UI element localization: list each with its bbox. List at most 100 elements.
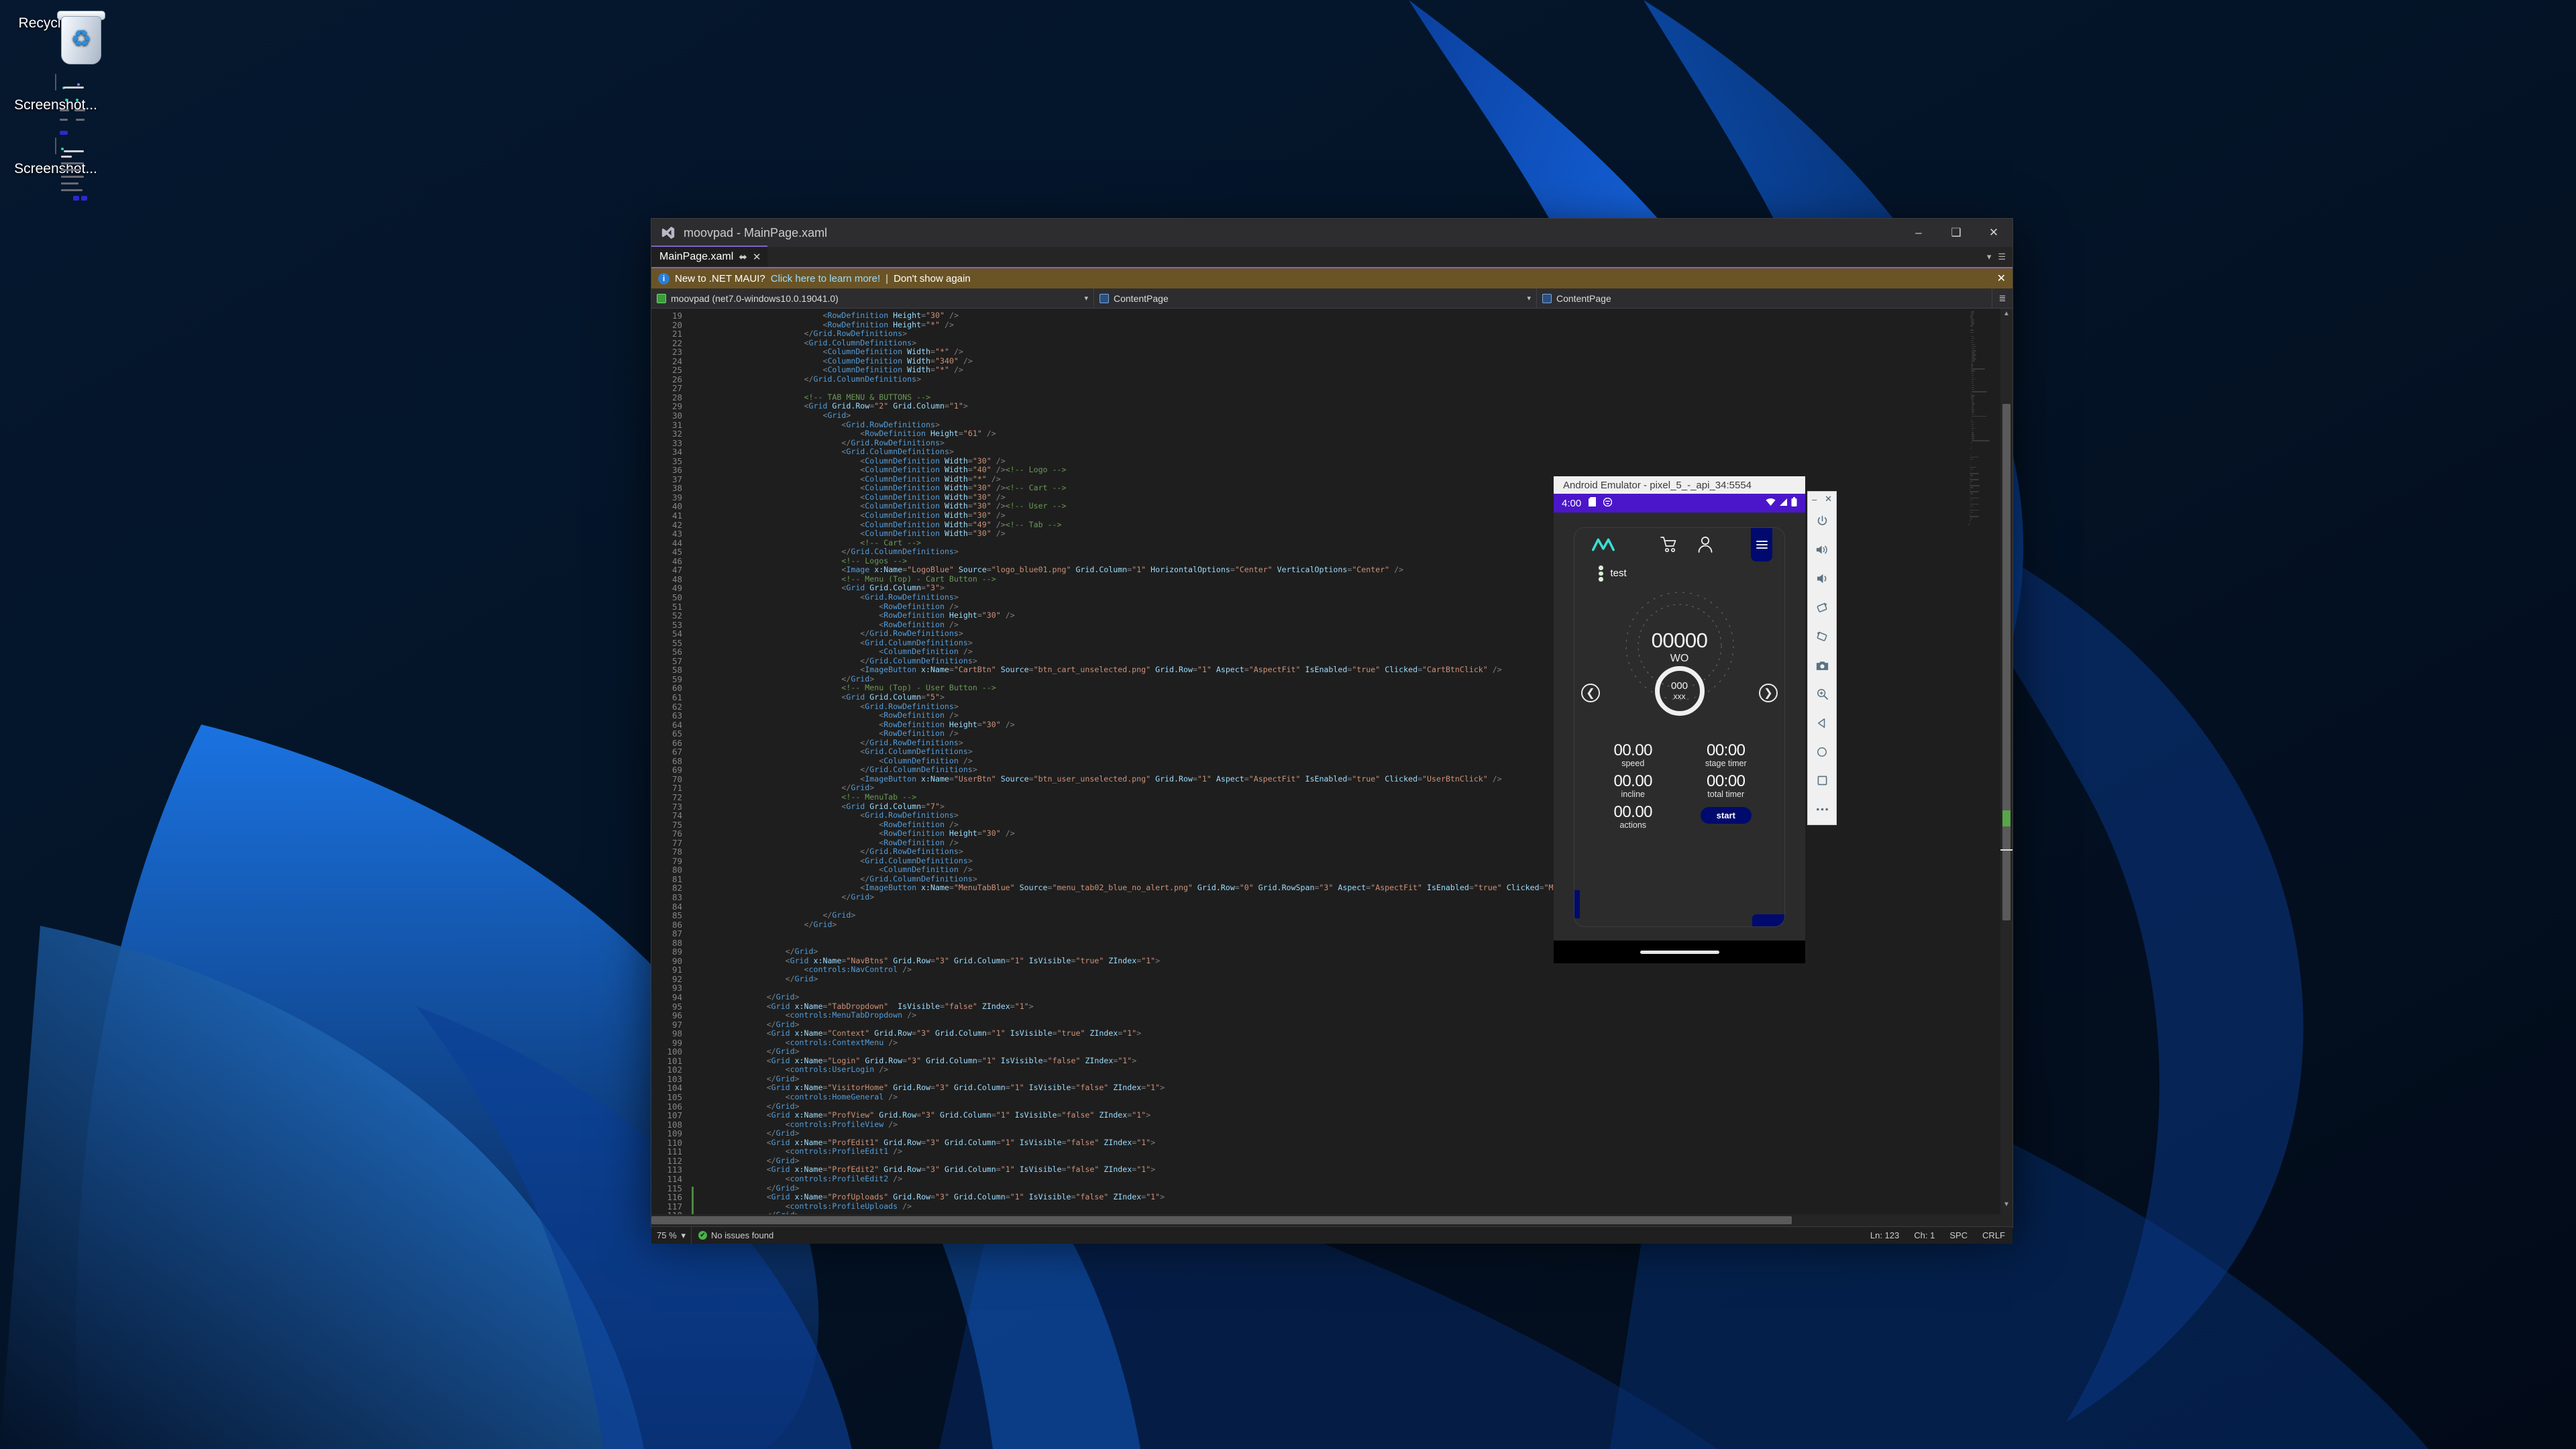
glyph-margin-cell[interactable]	[686, 693, 692, 702]
emulator-close-button[interactable]: ✕	[1825, 494, 1832, 504]
dont-show-again-link[interactable]: Don't show again	[894, 273, 971, 284]
code-line[interactable]: <Grid.ColumnDefinitions>	[692, 338, 2012, 348]
code-line[interactable]: <controls:ProfileEdit1 />	[692, 1147, 2012, 1157]
glyph-margin-cell[interactable]	[686, 439, 692, 448]
glyph-margin-cell[interactable]	[686, 1002, 692, 1012]
learn-more-link[interactable]: Click here to learn more!	[771, 273, 880, 284]
glyph-margin-cell[interactable]	[686, 1075, 692, 1084]
glyph-margin-cell[interactable]	[686, 675, 692, 684]
glyph-margin-cell[interactable]	[686, 611, 692, 621]
glyph-margin-cell[interactable]	[686, 1138, 692, 1148]
horizontal-scroll-thumb[interactable]	[651, 1216, 1792, 1224]
window-caption-buttons[interactable]: – ❑ ✕	[1900, 219, 2012, 247]
code-line[interactable]: <controls:ProfileUploads />	[692, 1201, 2012, 1212]
glyph-margin-cell[interactable]	[686, 1202, 692, 1212]
minimize-button[interactable]: –	[1900, 219, 1937, 247]
maui-notification-bar[interactable]: i New to .NET MAUI? Click here to learn …	[651, 268, 2012, 288]
glyph-margin-cell[interactable]	[686, 1083, 692, 1093]
code-line[interactable]: <ColumnDefinition Width="*" />	[692, 366, 2012, 375]
code-line[interactable]: </Grid.ColumnDefinitions>	[692, 874, 2012, 884]
glyph-margin-cell[interactable]	[686, 1175, 692, 1184]
navbar-project-selector[interactable]: moovpad (net7.0-windows10.0.19041.0) ▾	[651, 288, 1094, 308]
glyph-margin-cell[interactable]	[686, 957, 692, 966]
zoom-level-control[interactable]: 75 % ▾	[651, 1227, 692, 1244]
glyph-margin-cell[interactable]	[686, 920, 692, 930]
code-line[interactable]: <Grid.ColumnDefinitions>	[692, 856, 2012, 866]
glyph-margin-cell[interactable]	[686, 947, 692, 957]
navbar-member-selector[interactable]: ContentPage	[1537, 288, 1992, 308]
code-line[interactable]: </Grid>	[692, 1074, 2012, 1084]
glyph-margin-cell[interactable]	[686, 720, 692, 730]
scroll-down-arrow-icon[interactable]: ▼	[2000, 1201, 2012, 1213]
glyph-margin-cell[interactable]	[686, 566, 692, 575]
glyph-margin-cell[interactable]	[686, 657, 692, 666]
glyph-margin-cell[interactable]	[686, 893, 692, 902]
app-viewport[interactable]: test 00000 WO 000 xxx ❮ ❯ 00.00 speed 00…	[1554, 513, 1805, 941]
code-line[interactable]: <controls:ContextMenu />	[692, 1038, 2012, 1048]
glyph-margin-cell[interactable]	[686, 475, 692, 484]
code-line[interactable]: <Grid x:Name="NavBtns" Grid.Row="3" Grid…	[692, 956, 2012, 966]
glyph-margin-cell[interactable]	[686, 521, 692, 530]
glyph-margin-cell[interactable]	[686, 811, 692, 820]
glyph-margin-cell[interactable]	[686, 502, 692, 511]
emulator-minimize-button[interactable]: –	[1812, 494, 1817, 504]
code-line[interactable]	[692, 983, 2012, 993]
glyph-margin-cell[interactable]	[686, 711, 692, 720]
close-notification-icon[interactable]: ✕	[1997, 272, 2006, 285]
code-line[interactable]: <controls:ProfileEdit2 />	[692, 1174, 2012, 1184]
editor-minimap[interactable]	[1968, 309, 2000, 1214]
glyph-margin-cell[interactable]	[686, 1147, 692, 1157]
user-icon[interactable]	[1697, 536, 1713, 553]
code-line[interactable]: <Grid x:Name="ProfEdit1" Grid.Row="3" Gr…	[692, 1138, 2012, 1148]
emulator-side-toolbar[interactable]: – ✕	[1807, 491, 1837, 825]
glyph-margin-cell[interactable]	[686, 883, 692, 893]
code-line[interactable]: <RowDefinition Height="30" />	[692, 828, 2012, 839]
glyph-margin-cell[interactable]	[686, 765, 692, 775]
emulator-title-bar[interactable]: Android Emulator - pixel_5_-_api_34:5554	[1554, 476, 1805, 494]
code-line[interactable]: </Grid.RowDefinitions>	[692, 329, 2012, 339]
volume-down-icon[interactable]	[1808, 564, 1836, 593]
android-emulator-window[interactable]: Android Emulator - pixel_5_-_api_34:5554…	[1554, 476, 1837, 963]
glyph-margin-cell[interactable]	[686, 1065, 692, 1075]
issues-indicator[interactable]: ✔ No issues found	[692, 1230, 780, 1240]
glyph-margin-cell[interactable]	[686, 1038, 692, 1048]
center-knob[interactable]: 000 xxx	[1654, 666, 1705, 716]
glyph-margin-cell[interactable]	[686, 665, 692, 675]
glyph-margin-cell[interactable]	[686, 1129, 692, 1138]
code-line[interactable]: <controls:MenuTabDropdown />	[692, 1010, 2012, 1020]
code-line[interactable]: </Grid>	[692, 1128, 2012, 1138]
glyph-margin-cell[interactable]	[686, 684, 692, 693]
glyph-margin-cell[interactable]	[686, 357, 692, 366]
glyph-margin-cell[interactable]	[686, 347, 692, 357]
glyph-margin-cell[interactable]	[686, 321, 692, 330]
glyph-margin-cell[interactable]	[686, 366, 692, 375]
screenshot-camera-icon[interactable]	[1808, 651, 1836, 680]
tab-strip-actions[interactable]: ▾ ☰	[1987, 247, 2012, 267]
back-triangle-icon[interactable]	[1808, 708, 1836, 737]
code-line[interactable]: </Grid>	[692, 1156, 2012, 1166]
code-line[interactable]: </Grid>	[692, 1020, 2012, 1030]
glyph-margin-cell[interactable]	[686, 847, 692, 857]
glyph-margin-cell[interactable]	[686, 393, 692, 402]
glyph-margin-cell[interactable]	[686, 902, 692, 912]
code-line[interactable]: <Grid>	[692, 411, 2012, 421]
glyph-margin-cell[interactable]	[686, 466, 692, 475]
code-line[interactable]	[692, 902, 2012, 912]
glyph-margin-cell[interactable]	[686, 739, 692, 748]
android-gesture-nav-bar[interactable]	[1554, 941, 1805, 963]
chevron-down-icon[interactable]: ▾	[1072, 294, 1088, 303]
maximize-button[interactable]: ❑	[1937, 219, 1975, 247]
code-line[interactable]: <ColumnDefinition Width="40" /><!-- Logo…	[692, 466, 2012, 475]
desktop-icon-screenshot-2[interactable]: Screenshot...	[5, 138, 106, 201]
glyph-margin-cell[interactable]	[686, 1029, 692, 1038]
navbar-type-selector[interactable]: ContentPage ▾	[1094, 288, 1537, 308]
glyph-margin-cell[interactable]	[686, 447, 692, 457]
glyph-margin-cell[interactable]	[686, 384, 692, 393]
glyph-margin-cell[interactable]	[686, 339, 692, 348]
drag-handle-dots-icon[interactable]	[1599, 566, 1603, 582]
glyph-margin-cell[interactable]	[686, 793, 692, 802]
vs-title-bar[interactable]: moovpad - MainPage.xaml – ❑ ✕	[651, 219, 2012, 247]
code-line[interactable]: <RowDefinition Height="30" />	[692, 311, 2012, 321]
code-line[interactable]: <controls:UserLogin />	[692, 1065, 2012, 1075]
glyph-margin-cell[interactable]	[686, 429, 692, 439]
